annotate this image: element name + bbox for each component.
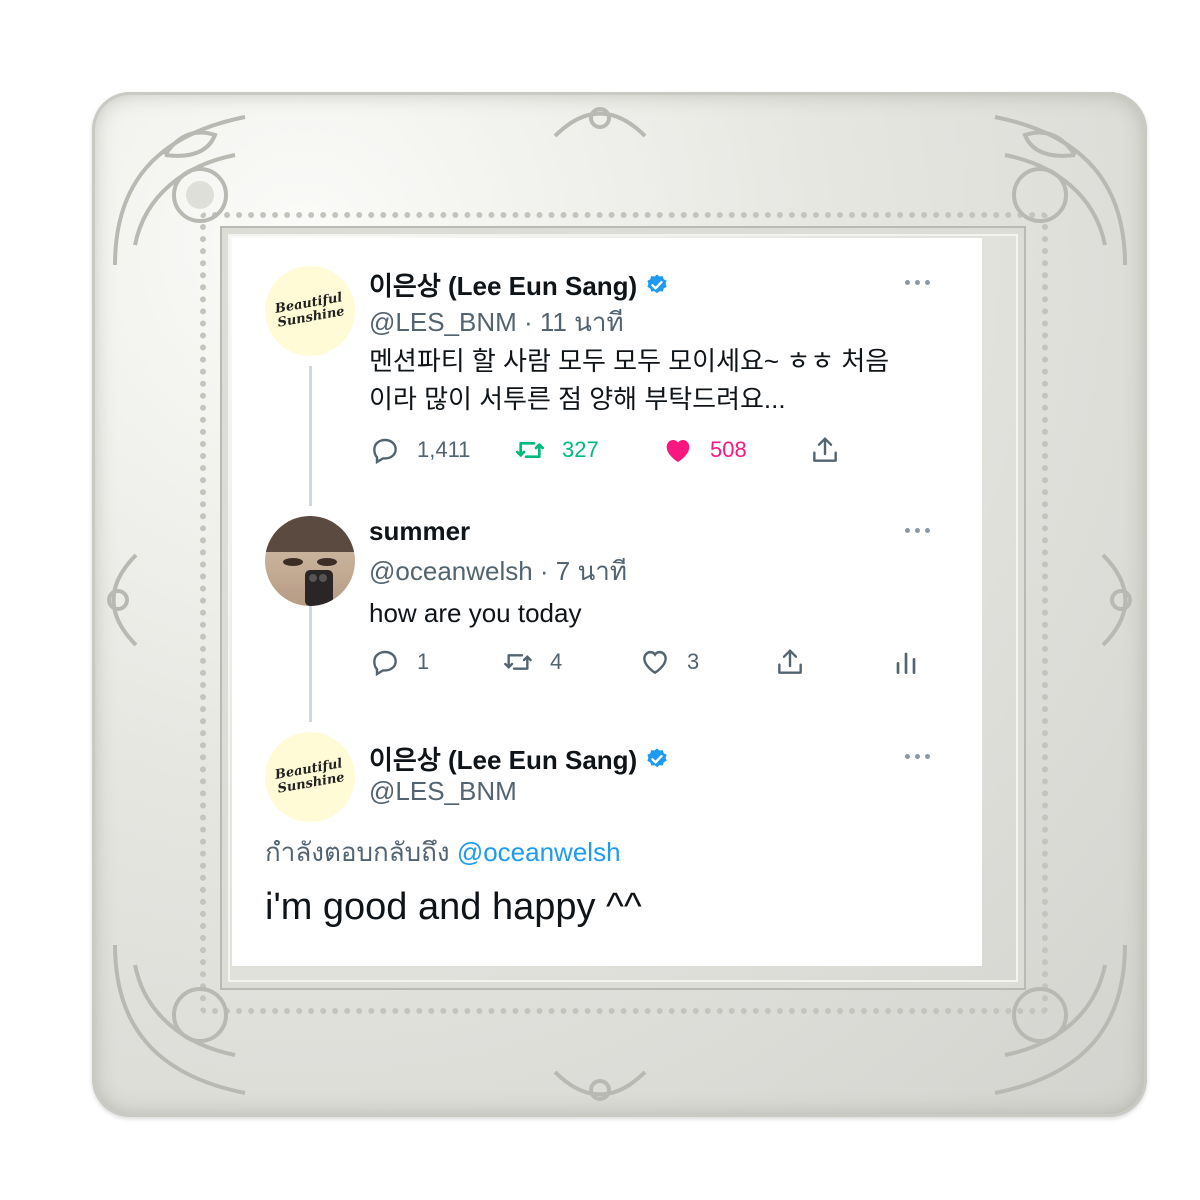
more-icon[interactable] xyxy=(905,754,930,759)
frame-right-center-ornament xyxy=(1101,553,1132,647)
beautiful-sunshine-logo: Beautiful Sunshine xyxy=(273,756,346,797)
replying-to: กำลังตอบกลับถึง @oceanwelsh xyxy=(265,832,621,873)
avatar[interactable]: Beautiful Sunshine xyxy=(265,732,355,822)
analytics-icon xyxy=(896,652,916,674)
tweet-text: how are you today xyxy=(369,598,582,628)
frame-bottom-center-ornament xyxy=(553,1070,647,1101)
frame-top-center-ornament xyxy=(553,107,647,138)
like-count: 3 xyxy=(687,649,700,674)
retweet-button[interactable]: 4 xyxy=(502,646,562,678)
reply-icon xyxy=(373,650,397,677)
reply-icon xyxy=(373,438,397,465)
like-count: 508 xyxy=(710,437,747,462)
reply-button[interactable]: 1 xyxy=(369,646,429,678)
reply-count: 1 xyxy=(417,649,430,674)
share-button[interactable] xyxy=(809,434,841,466)
handle-and-timestamp[interactable]: @oceanwelsh · 7 นาที xyxy=(369,551,627,592)
retweet-count: 327 xyxy=(562,437,599,462)
thread-connector-line xyxy=(309,366,312,506)
share-icon xyxy=(778,649,802,674)
handle[interactable]: @LES_BNM xyxy=(369,776,517,807)
tweet-text-line: 멘션파티 할 사람 모두 모두 모이세요~ ㅎㅎ 처음 xyxy=(369,346,890,376)
tweet-author-row: 이은상 (Lee Eun Sang) xyxy=(369,266,669,303)
like-icon xyxy=(643,650,667,675)
share-icon xyxy=(813,437,837,462)
tweet-text-line: 이라 많이 서투른 점 양해 부탁드려요... xyxy=(369,384,786,414)
reply-count: 1,411 xyxy=(417,437,471,462)
avatar[interactable] xyxy=(265,516,355,606)
tweet-author-row: summer xyxy=(369,516,470,547)
replying-to-label: กำลังตอบกลับถึง xyxy=(265,837,450,867)
display-name[interactable]: summer xyxy=(369,516,470,547)
retweet-count: 4 xyxy=(550,649,563,674)
beautiful-sunshine-logo: Beautiful Sunshine xyxy=(273,290,346,331)
retweet-icon xyxy=(516,442,544,458)
tweet-author-row: 이은상 (Lee Eun Sang) xyxy=(369,740,669,777)
selfie-photo xyxy=(265,516,355,606)
replying-to-mention[interactable]: @oceanwelsh xyxy=(457,837,621,867)
thread-connector-line xyxy=(309,604,312,722)
tweet-text: 멘션파티 할 사람 모두 모두 모이세요~ ㅎㅎ 처음 이라 많이 서투른 점 … xyxy=(369,342,889,418)
tweet-thread-card: Beautiful Sunshine 이은상 (Lee Eun Sang) @L… xyxy=(232,238,982,966)
like-button[interactable]: 508 xyxy=(662,434,747,466)
verified-badge-icon xyxy=(647,748,667,767)
more-icon[interactable] xyxy=(905,280,930,285)
like-button[interactable]: 3 xyxy=(639,646,699,678)
display-name[interactable]: 이은상 (Lee Eun Sang) xyxy=(369,740,637,777)
avatar[interactable]: Beautiful Sunshine xyxy=(265,266,355,356)
more-icon[interactable] xyxy=(905,528,930,533)
share-button[interactable] xyxy=(774,646,806,678)
retweet-icon xyxy=(504,654,532,670)
retweet-button[interactable]: 327 xyxy=(514,434,599,466)
verified-badge-icon xyxy=(647,274,667,293)
reply-button[interactable]: 1,411 xyxy=(369,434,470,466)
reply-tweet-text: i'm good and happy ^^ xyxy=(265,886,642,928)
analytics-button[interactable] xyxy=(890,646,922,678)
like-icon xyxy=(666,440,690,462)
frame-left-center-ornament xyxy=(107,553,138,647)
handle-and-timestamp[interactable]: @LES_BNM · 11 นาที xyxy=(369,302,624,343)
display-name[interactable]: 이은상 (Lee Eun Sang) xyxy=(369,266,637,303)
